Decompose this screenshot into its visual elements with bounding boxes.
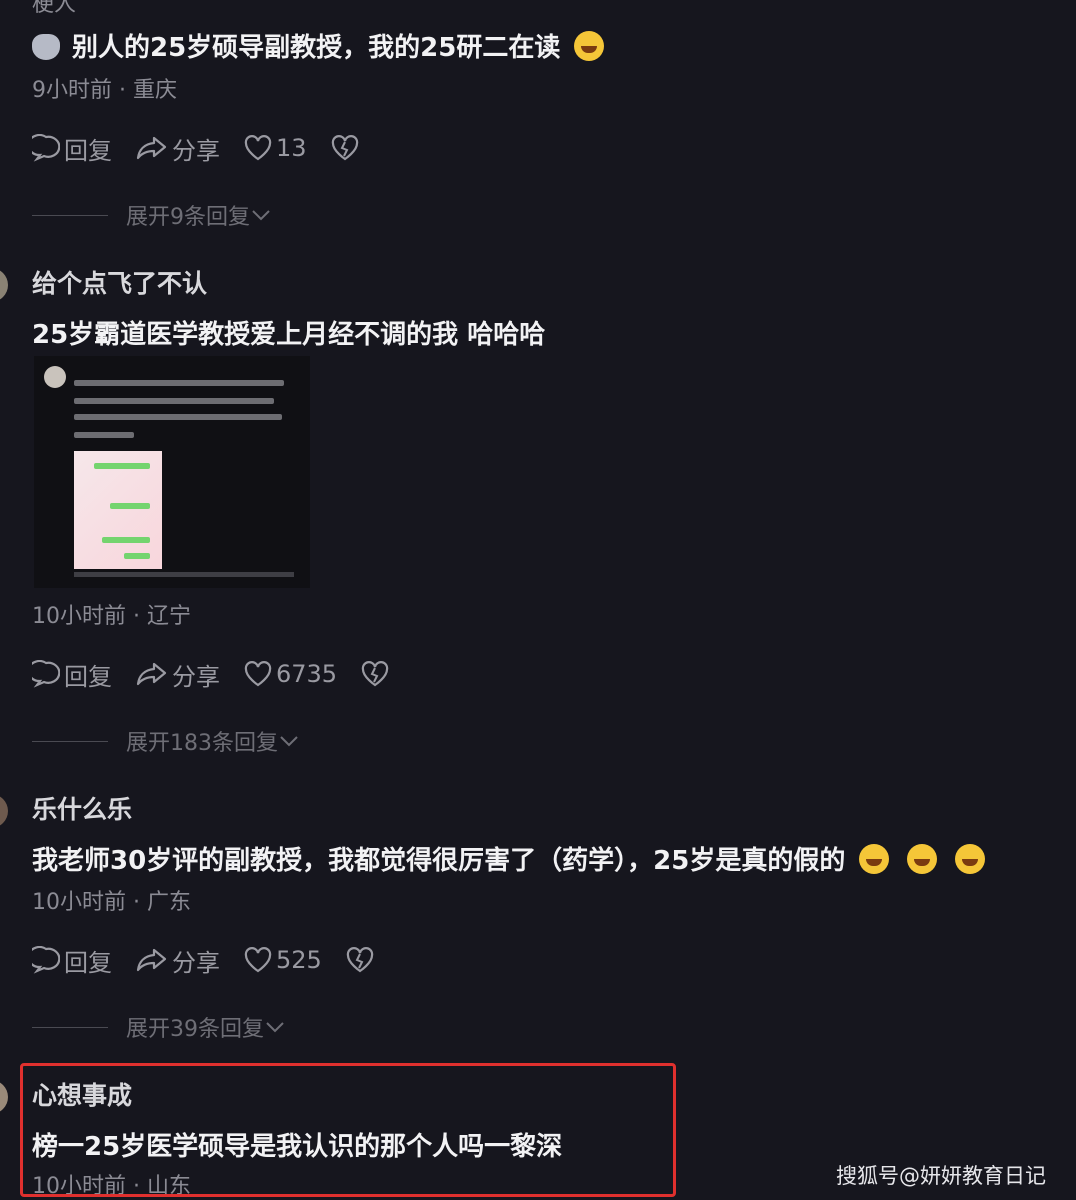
like-button[interactable]: 525 <box>244 946 322 974</box>
divider <box>32 740 108 742</box>
broken-heart-icon <box>331 135 358 161</box>
watermark: 搜狐号@妍妍教育日记 <box>836 1164 1046 1188</box>
comment-meta: 10小时前 · 广东 <box>32 890 191 915</box>
share-button[interactable]: 分享 <box>136 943 220 978</box>
reply-button[interactable]: 回复 <box>32 943 112 978</box>
comment-text: 25岁霸道医学教授爱上月经不调的我 哈哈哈 <box>32 320 546 350</box>
heart-icon <box>244 661 272 687</box>
grin-emoji-icon <box>574 31 605 61</box>
share-button[interactable]: 分享 <box>136 131 220 166</box>
reply-button[interactable]: 回复 <box>32 657 112 692</box>
share-icon <box>136 948 167 972</box>
heart-icon <box>244 947 272 973</box>
comment-image[interactable] <box>34 356 310 588</box>
dislike-button[interactable] <box>331 135 363 161</box>
cat-avatar-icon <box>32 34 60 60</box>
image-avatar <box>44 366 66 388</box>
comment-actions: 回复 分享 13 <box>32 131 387 166</box>
expand-replies[interactable]: 展开39条回复 <box>32 1011 286 1043</box>
comment-icon <box>32 134 60 162</box>
chevron-down-icon <box>280 736 298 747</box>
reply-button[interactable]: 回复 <box>32 131 112 166</box>
chevron-down-icon <box>252 210 270 221</box>
avatar[interactable] <box>0 268 8 302</box>
comment-meta: 10小时前 · 辽宁 <box>32 604 191 629</box>
divider <box>32 214 108 216</box>
comment-icon <box>32 946 60 974</box>
share-button[interactable]: 分享 <box>136 657 220 692</box>
divider <box>32 1026 108 1028</box>
username[interactable]: 乐什么乐 <box>32 790 132 826</box>
like-button[interactable]: 6735 <box>244 660 337 688</box>
top-cut-username: 梗人 <box>32 0 77 17</box>
share-icon <box>136 136 167 160</box>
expand-replies[interactable]: 展开9条回复 <box>32 199 272 231</box>
laugh-emoji-icon <box>955 844 986 874</box>
avatar[interactable] <box>0 794 8 828</box>
comment-icon <box>32 660 60 688</box>
broken-heart-icon <box>346 947 374 973</box>
laugh-emoji-icon <box>859 844 890 874</box>
broken-heart-icon <box>361 661 389 687</box>
expand-replies[interactable]: 展开183条回复 <box>32 725 300 757</box>
comment-text: 我老师30岁评的副教授，我都觉得很厉害了（药学），25岁是真的假的 <box>32 840 986 877</box>
chevron-down-icon <box>266 1022 284 1033</box>
dislike-button[interactable] <box>361 661 393 687</box>
avatar[interactable] <box>0 1080 8 1114</box>
dislike-button[interactable] <box>346 947 378 973</box>
like-button[interactable]: 13 <box>244 134 307 162</box>
comment-text: 别人的25岁硕导副教授，我的25研二在读 <box>32 27 605 64</box>
username[interactable]: 给个点飞了不认 <box>32 264 207 300</box>
comment-actions: 回复 分享 6735 <box>32 657 417 692</box>
comment-meta: 9小时前 · 重庆 <box>32 78 177 103</box>
comment-actions: 回复 分享 525 <box>32 943 402 978</box>
highlight-box <box>20 1063 676 1197</box>
laugh-emoji-icon <box>907 844 938 874</box>
share-icon <box>136 662 167 686</box>
heart-icon <box>244 135 272 161</box>
chat-screenshot <box>74 451 162 569</box>
